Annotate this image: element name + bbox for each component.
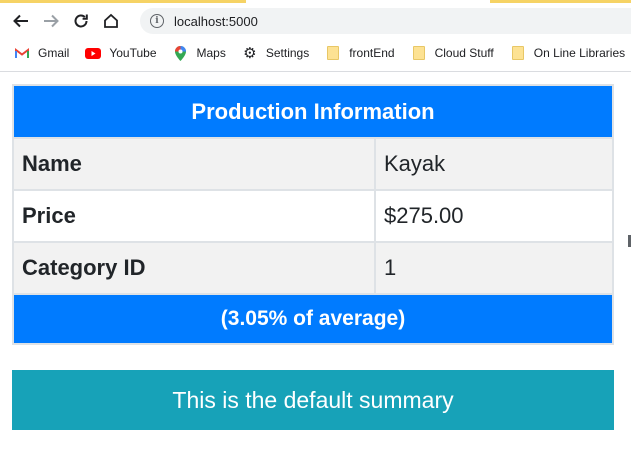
table-footer-row: (3.05% of average) <box>12 293 614 345</box>
table-title: Production Information <box>12 84 614 139</box>
bookmark-cloud-stuff[interactable]: Cloud Stuff <box>411 46 494 60</box>
info-icon[interactable]: i <box>150 14 164 28</box>
bookmark-youtube[interactable]: YouTube <box>85 46 157 60</box>
gear-icon: ⚙ <box>243 45 257 62</box>
bookmark-label: YouTube <box>109 46 157 60</box>
table-footer: (3.05% of average) <box>12 293 614 345</box>
row-value: Kayak <box>374 137 614 191</box>
table-row: Name Kayak <box>12 137 614 191</box>
bookmark-settings[interactable]: ⚙ Settings <box>242 45 310 62</box>
folder-icon <box>325 46 341 60</box>
home-button[interactable] <box>96 6 126 36</box>
bookmark-label: Cloud Stuff <box>434 46 494 60</box>
row-label: Price <box>12 189 376 243</box>
table-row: Category ID 1 <box>12 241 614 295</box>
reload-icon <box>74 14 88 28</box>
tab-strip-right <box>490 0 631 3</box>
url-text[interactable]: localhost:5000 <box>174 14 258 29</box>
gmail-icon <box>14 46 30 60</box>
folder-icon <box>510 46 526 60</box>
page-content: Production Information Name Kayak Price … <box>12 84 614 430</box>
product-info-table: Production Information Name Kayak Price … <box>12 84 614 345</box>
summary-banner: This is the default summary <box>12 370 614 430</box>
browser-toolbar: i localhost:5000 <box>0 6 631 36</box>
reload-button[interactable] <box>66 6 96 36</box>
browser-chrome: i localhost:5000 Gmail YouTube Maps ⚙ Se… <box>0 0 631 72</box>
table-header-row: Production Information <box>12 84 614 139</box>
bookmark-label: Gmail <box>38 46 70 60</box>
address-bar[interactable]: i localhost:5000 <box>140 8 631 34</box>
arrow-left-icon <box>13 14 28 28</box>
home-icon <box>104 13 118 28</box>
folder-icon <box>411 46 427 60</box>
bookmark-online-libraries[interactable]: On Line Libraries <box>510 46 625 60</box>
bookmark-label: Settings <box>265 46 310 60</box>
table-row: Price $275.00 <box>12 189 614 243</box>
arrow-right-icon <box>44 14 59 28</box>
bookmark-label: frontEnd <box>349 46 395 60</box>
row-label: Name <box>12 137 376 191</box>
tab-strip-left <box>0 0 246 3</box>
row-value: $275.00 <box>374 189 614 243</box>
bookmark-gmail[interactable]: Gmail <box>14 46 69 60</box>
row-value: 1 <box>374 241 614 295</box>
bookmarks-bar: Gmail YouTube Maps ⚙ Settings frontEnd C… <box>0 40 631 66</box>
maps-icon <box>173 45 189 61</box>
bookmark-maps[interactable]: Maps <box>173 45 226 61</box>
row-label: Category ID <box>12 241 376 295</box>
bookmark-frontend[interactable]: frontEnd <box>325 46 395 60</box>
bookmark-label: On Line Libraries <box>533 46 626 60</box>
back-button[interactable] <box>6 6 36 36</box>
youtube-icon <box>85 46 102 60</box>
bookmark-label: Maps <box>196 46 226 60</box>
forward-button[interactable] <box>36 6 66 36</box>
summary-text: This is the default summary <box>172 386 454 413</box>
